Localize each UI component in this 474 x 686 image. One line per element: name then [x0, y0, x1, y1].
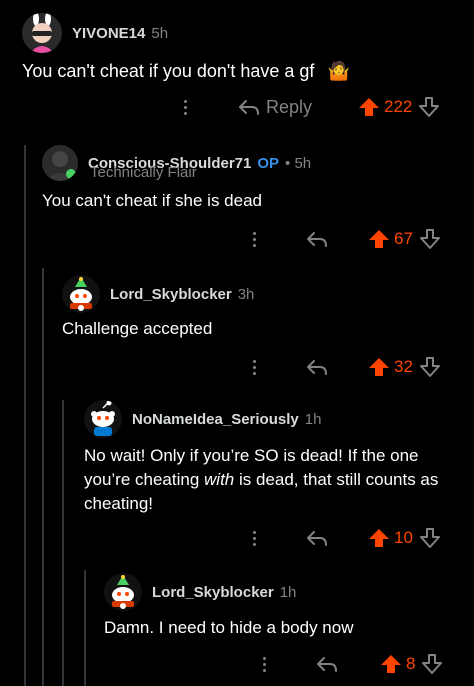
downvote-icon[interactable] — [419, 228, 441, 250]
reply-icon — [317, 657, 337, 672]
downvote-icon[interactable] — [419, 527, 441, 549]
reply-icon — [307, 531, 327, 546]
score: 32 — [394, 357, 413, 376]
timestamp: 1h — [279, 583, 297, 601]
username[interactable]: YIVONE14 — [72, 25, 145, 42]
comment-header: Lord_Skyblocker 3h — [62, 275, 254, 313]
downvote-icon[interactable] — [418, 96, 440, 118]
reply-button[interactable] — [306, 524, 328, 552]
vote-controls: 67 — [368, 225, 441, 253]
comment-actions: 10 — [0, 524, 474, 552]
score: 8 — [406, 654, 416, 673]
timestamp: 5h — [151, 24, 169, 42]
vote-controls: 32 — [368, 353, 441, 381]
score: 67 — [394, 229, 413, 248]
avatar[interactable] — [62, 275, 100, 313]
more-options-icon[interactable] — [251, 524, 257, 552]
comment-text-emphasis: with — [204, 470, 235, 489]
comment-text: You can't cheat if you don't have a gf — [22, 61, 315, 81]
timestamp: • 5h — [285, 154, 312, 172]
more-options-icon[interactable] — [251, 225, 257, 253]
comment-header: NoNameIdea_Seriously 1h — [84, 400, 321, 438]
avatar[interactable] — [84, 400, 122, 438]
username[interactable]: NoNameIdea_Seriously — [132, 411, 299, 428]
reply-button[interactable]: Reply — [238, 93, 312, 121]
vote-controls: 8 — [380, 650, 443, 678]
vote-controls: 222 — [358, 93, 440, 121]
downvote-icon[interactable] — [421, 653, 443, 675]
reply-button[interactable] — [306, 353, 328, 381]
score: 10 — [394, 528, 413, 547]
upvote-icon[interactable] — [368, 527, 390, 549]
upvote-icon[interactable] — [368, 356, 390, 378]
username[interactable]: Lord_Skyblocker — [152, 584, 274, 601]
timestamp: 3h — [237, 285, 255, 303]
comment-body: You can't cheat if she is dead — [42, 191, 262, 210]
comment-actions: 32 — [0, 353, 474, 381]
comment-body: Challenge accepted — [62, 319, 213, 338]
op-badge: OP — [257, 154, 280, 172]
avatar[interactable] — [22, 13, 62, 53]
timestamp: 1h — [304, 410, 322, 428]
comment-actions: 8 — [0, 650, 474, 678]
reply-icon — [307, 232, 327, 247]
more-options-icon[interactable] — [251, 353, 257, 381]
comment-header: Lord_Skyblocker 1h — [104, 573, 296, 611]
more-options-icon[interactable] — [182, 93, 188, 121]
comment-actions: 67 — [0, 225, 474, 253]
upvote-icon[interactable] — [358, 96, 380, 118]
reply-label: Reply — [266, 96, 313, 117]
comment-body: You can't cheat if you don't have a gf 🤷 — [22, 60, 462, 82]
reply-button[interactable] — [306, 225, 328, 253]
reply-button[interactable] — [316, 650, 338, 678]
username[interactable]: Lord_Skyblocker — [110, 286, 232, 303]
more-options-icon[interactable] — [261, 650, 267, 678]
upvote-icon[interactable] — [368, 228, 390, 250]
avatar[interactable] — [104, 573, 142, 611]
thread-line — [42, 268, 44, 686]
reply-icon — [307, 360, 327, 375]
score: 222 — [384, 97, 413, 116]
comment-body: No wait! Only if you’re SO is dead! If t… — [84, 444, 459, 516]
upvote-icon[interactable] — [380, 653, 402, 675]
comment-header: YIVONE14 5h — [22, 13, 168, 53]
user-flair: Technically Flair — [90, 164, 197, 181]
vote-controls: 10 — [368, 524, 441, 552]
shrug-emoji: 🤷 — [327, 61, 350, 81]
comment-actions: Reply 222 — [0, 93, 474, 121]
comment-body: Damn. I need to hide a body now — [104, 618, 354, 637]
downvote-icon[interactable] — [419, 356, 441, 378]
reply-icon — [239, 100, 259, 115]
avatar[interactable] — [42, 145, 78, 181]
